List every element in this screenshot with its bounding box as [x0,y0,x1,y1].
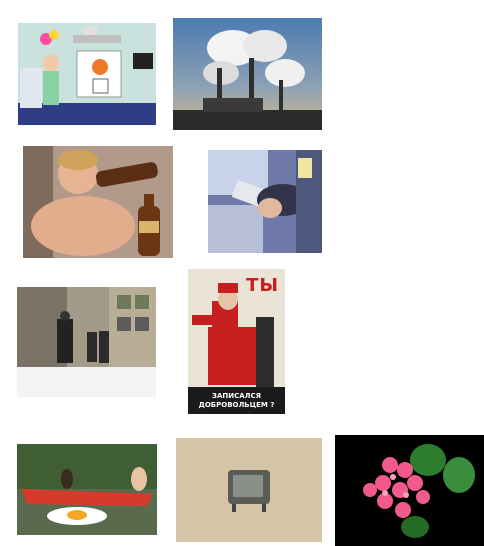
poster-caption: ЗАПИСАЛСЯ ДОБРОВОЛЬЦЕМ ? [188,392,285,410]
poster-title: ТЫ [246,275,279,296]
old-tv-image[interactable] [176,438,322,542]
snowy-street-image[interactable] [17,287,156,397]
soviet-poster-image[interactable]: ТЫ ЗАПИСАЛСЯ ДОБРОВОЛЬЦЕМ ? [188,269,285,414]
poster-caption-line1: ЗАПИСАЛСЯ [211,392,261,400]
pink-flowers-image[interactable] [335,435,484,546]
poster-caption-line2: ДОБРОВОЛЬЦЕМ ? [198,401,275,409]
factory-smoke-image[interactable] [173,18,322,130]
cartoon-hospital-image[interactable] [18,23,156,125]
man-drinking-bottle-image[interactable] [23,146,173,258]
person-at-window-image[interactable] [208,150,322,253]
boat-fried-egg-image[interactable] [17,444,157,535]
